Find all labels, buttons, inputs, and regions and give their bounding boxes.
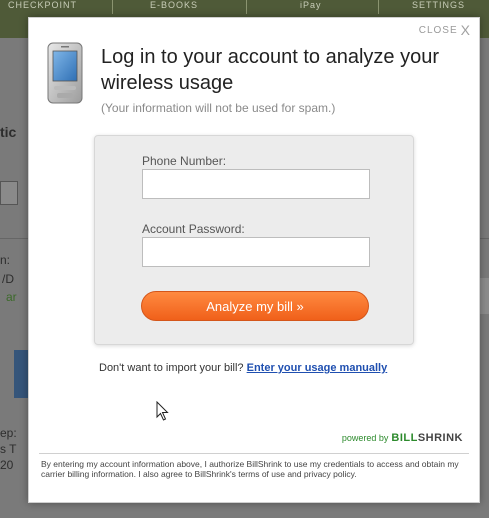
login-form: Phone Number: Account Password: Analyze … bbox=[94, 135, 414, 345]
background-dropdown bbox=[0, 181, 18, 205]
background-text: tic bbox=[0, 124, 17, 140]
phone-number-label: Phone Number: bbox=[142, 154, 227, 168]
close-button[interactable]: CLOSE X bbox=[419, 22, 471, 38]
nav-separator bbox=[246, 0, 247, 14]
phone-number-field[interactable] bbox=[142, 169, 370, 199]
powered-by: powered by BILLSHRINK bbox=[342, 432, 463, 444]
nav-separator bbox=[112, 0, 113, 14]
modal-title: Log in to your account to analyze your w… bbox=[101, 46, 439, 94]
nav-separator bbox=[378, 0, 379, 14]
background-tab: E-BOOKS bbox=[150, 0, 199, 10]
manual-entry-prompt: Don't want to import your bill? Enter yo… bbox=[99, 362, 387, 374]
enter-usage-manually-link[interactable]: Enter your usage manually bbox=[247, 362, 388, 374]
account-password-field[interactable] bbox=[142, 237, 370, 267]
login-modal: CLOSE X Log in to your account to analyz… bbox=[28, 17, 480, 503]
analyze-bill-button[interactable]: Analyze my bill » bbox=[141, 291, 369, 321]
account-password-label: Account Password: bbox=[142, 222, 245, 236]
background-tab: iPay bbox=[300, 0, 322, 10]
background-tab: SETTINGS bbox=[412, 0, 466, 10]
billshrink-logo: BILLSHRINK bbox=[391, 432, 463, 444]
background-tab: CHECKPOINT bbox=[8, 0, 78, 10]
terms-text: By entering my account information above… bbox=[41, 459, 459, 479]
modal-subtitle: (Your information will not be used for s… bbox=[101, 101, 336, 115]
close-label: CLOSE bbox=[418, 24, 458, 36]
background-image bbox=[14, 350, 28, 398]
background-text: 20 bbox=[0, 458, 14, 472]
background-text: ep: bbox=[0, 426, 17, 440]
brand-bill: BILL bbox=[391, 432, 418, 444]
manual-entry-text: Don't want to import your bill? bbox=[99, 362, 244, 374]
footer-divider bbox=[39, 453, 469, 454]
mouse-cursor-icon bbox=[156, 401, 169, 421]
powered-by-text: powered by bbox=[341, 433, 389, 443]
brand-shrink: SHRINK bbox=[417, 432, 463, 444]
background-text: n: bbox=[0, 253, 11, 267]
background-text: ar bbox=[6, 290, 17, 304]
background-text: s T bbox=[0, 442, 17, 456]
mobile-phone-icon bbox=[47, 42, 83, 104]
close-icon: X bbox=[460, 22, 471, 38]
background-text: /D bbox=[2, 272, 14, 286]
